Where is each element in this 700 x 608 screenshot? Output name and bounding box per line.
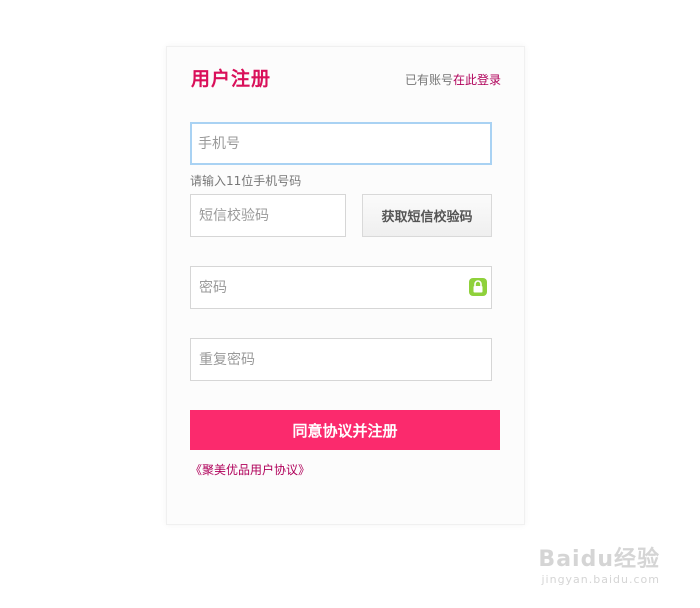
user-agreement-link[interactable]: 《聚美优品用户协议》	[190, 461, 310, 478]
page-title: 用户注册	[191, 68, 272, 90]
register-card: 用户注册 已有账号在此登录 请输入11位手机号码 获取短信校验码 同意协议并注册…	[166, 46, 525, 525]
sms-code-field[interactable]	[190, 194, 346, 237]
password-input[interactable]	[191, 267, 491, 308]
watermark-logo-text: Baidu经验	[538, 547, 660, 572]
login-hint-label: 已有账号	[404, 73, 453, 87]
confirm-password-field[interactable]	[190, 338, 492, 381]
get-sms-code-button[interactable]: 获取短信校验码	[362, 194, 492, 237]
sms-code-input[interactable]	[191, 195, 345, 236]
baidu-jingyan-watermark: Baidu经验 jingyan.baidu.com	[538, 541, 660, 586]
phone-input[interactable]	[192, 124, 490, 163]
login-link[interactable]: 在此登录	[453, 73, 501, 87]
register-submit-button[interactable]: 同意协议并注册	[190, 410, 500, 450]
lock-icon	[469, 278, 487, 296]
watermark-url: jingyan.baidu.com	[541, 573, 660, 586]
phone-field[interactable]	[190, 122, 492, 165]
password-field[interactable]	[190, 266, 492, 309]
confirm-password-input[interactable]	[191, 339, 491, 380]
login-hint: 已有账号在此登录	[405, 71, 501, 88]
phone-hint: 请输入11位手机号码	[190, 174, 302, 188]
